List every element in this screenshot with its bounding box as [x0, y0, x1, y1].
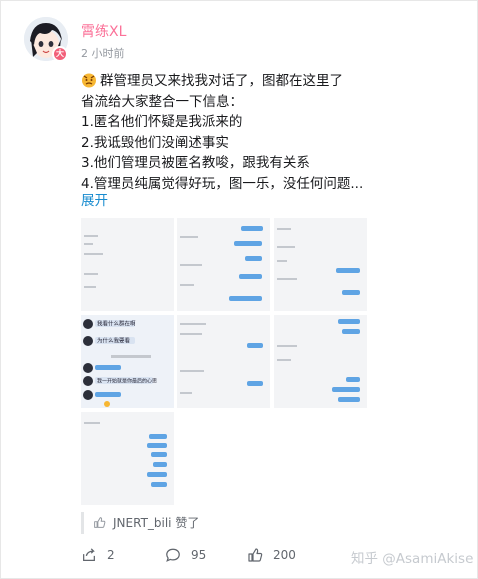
share-count: 2	[107, 548, 115, 562]
liked-user[interactable]: JNERT_bili	[113, 516, 172, 530]
post-image[interactable]	[81, 412, 174, 505]
post-line: 4.管理员纯属觉得好玩，图一乐，没任何问题...	[81, 175, 364, 192]
post-content: 群管理员又来找我对话了，图都在这里了 省流给大家整合一下信息： 1.匿名他们怀疑…	[81, 71, 461, 194]
post-image[interactable]	[274, 315, 367, 408]
post-image[interactable]	[81, 218, 174, 311]
image-grid: 我看什么群在啊 为什么我要看 我一开始就是你最后的心思	[81, 218, 367, 505]
post-image[interactable]	[274, 218, 367, 311]
post-line: 2.我诋毁他们没阐述事实	[81, 134, 229, 151]
like-count: 200	[273, 548, 296, 562]
post-line: 1.匿名他们怀疑是我派来的	[81, 114, 243, 130]
dynamic-card: 大 霄练XL 2 小时前 群管理员又来找我对话了，图都在这里了 省流给大家整合一…	[0, 0, 478, 579]
author-name[interactable]: 霄练XL	[81, 21, 126, 41]
chat-text: 为什么我要看	[97, 337, 131, 345]
expand-link[interactable]: 展开	[81, 189, 108, 209]
like-button[interactable]: 200	[247, 545, 296, 565]
share-icon	[83, 548, 95, 561]
comment-icon	[166, 548, 180, 562]
thumb-up-icon	[94, 517, 106, 528]
post-line: 省流给大家整合一下信息：	[81, 93, 243, 110]
angry-face-icon	[82, 73, 96, 88]
comment-count: 95	[191, 548, 207, 562]
comment-button[interactable]: 95	[165, 545, 206, 565]
thumb-up-icon	[248, 548, 263, 562]
post-image[interactable]	[177, 218, 270, 311]
chat-text: 我一开始就是你最后的心思	[97, 378, 157, 385]
post-image[interactable]	[177, 315, 270, 408]
watermark: 知乎 @AsamiAkise	[351, 551, 474, 567]
post-time[interactable]: 2 小时前	[81, 45, 125, 61]
share-button[interactable]: 2	[81, 545, 115, 565]
post-line: 群管理员又来找我对话了，图都在这里了	[81, 71, 461, 92]
liked-by: JNERT_bili 赞了	[81, 512, 461, 534]
vip-badge: 大	[52, 46, 68, 62]
post-image[interactable]: 我看什么群在啊 为什么我要看 我一开始就是你最后的心思	[81, 315, 174, 408]
post-line: 3.他们管理员被匿名教唆，跟我有关系	[81, 155, 310, 171]
chat-text: 我看什么群在啊	[97, 320, 136, 328]
